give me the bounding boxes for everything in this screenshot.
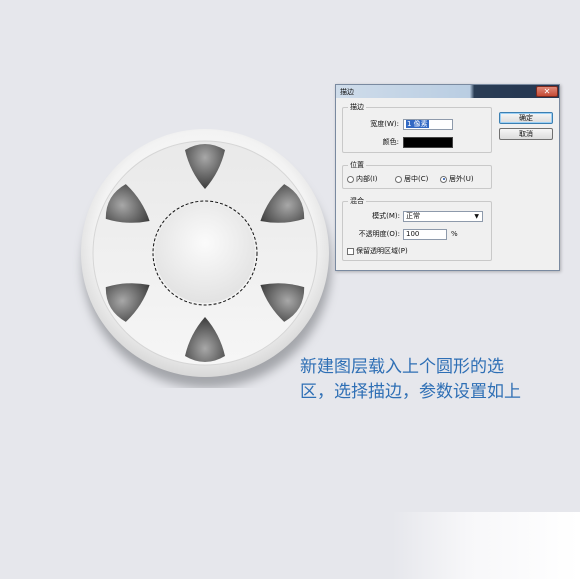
radio-inside[interactable]: 内部(I): [347, 174, 378, 184]
close-button[interactable]: ✕: [536, 86, 558, 97]
stroke-group: 描边 宽度(W): 1 像素 颜色:: [342, 103, 492, 153]
radio-center-label: 居中(C): [404, 175, 429, 183]
opacity-label: 不透明度(O):: [358, 230, 400, 238]
dialog-title: 描边: [340, 87, 354, 96]
position-group: 位置 内部(I) 居中(C) 居外(U): [342, 161, 492, 189]
preserve-label: 保留透明区域(P): [356, 247, 408, 255]
dialog-titlebar[interactable]: 描边 ✕: [336, 85, 559, 98]
color-label: 颜色:: [382, 138, 399, 146]
width-input[interactable]: 1 像素: [403, 119, 453, 130]
radio-center[interactable]: 居中(C): [395, 174, 428, 184]
stroke-dialog: 描边 ✕ 描边 宽度(W): 1 像素 颜色: 位置 内部(I) 居中(C) 居…: [335, 84, 560, 271]
preserve-transparency-checkbox[interactable]: 保留透明区域(P): [347, 246, 408, 256]
wheel-cap-illustration: [81, 129, 331, 388]
background-fade: [392, 512, 580, 579]
caption-line-1: 新建图层载入上个圆形的选: [300, 357, 504, 377]
preserve-checkbox-box[interactable]: [347, 247, 354, 255]
mode-value: 正常: [406, 212, 420, 220]
width-label: 宽度(W):: [370, 120, 399, 128]
dropdown-arrow-icon: ▼: [474, 213, 479, 220]
position-group-label: 位置: [348, 161, 366, 170]
width-value: 1 像素: [406, 120, 429, 128]
mode-select[interactable]: 正常 ▼: [403, 211, 483, 222]
radio-center-dot[interactable]: [395, 175, 402, 183]
radio-inside-dot[interactable]: [347, 175, 354, 183]
stroke-group-label: 描边: [348, 103, 366, 112]
cancel-button[interactable]: 取消: [499, 128, 553, 140]
instruction-caption: 新建图层载入上个圆形的选 区，选择描边，参数设置如上: [300, 355, 575, 405]
opacity-input[interactable]: 100: [403, 229, 447, 240]
blend-group-label: 混合: [348, 197, 366, 206]
opacity-value: 100: [406, 230, 420, 238]
opacity-unit: %: [451, 230, 458, 238]
caption-line-2: 区，选择描边，参数设置如上: [300, 382, 521, 402]
radio-inside-label: 内部(I): [356, 175, 378, 183]
ok-button[interactable]: 确定: [499, 112, 553, 124]
radio-outside-label: 居外(U): [449, 175, 474, 183]
color-swatch[interactable]: [403, 137, 453, 148]
blend-group: 混合 模式(M): 正常 ▼ 不透明度(O): 100 % 保留透明区域(P): [342, 197, 492, 261]
wheel-hub: [155, 203, 255, 303]
radio-outside-dot[interactable]: [440, 175, 447, 183]
mode-label: 模式(M):: [372, 212, 400, 220]
radio-outside[interactable]: 居外(U): [440, 174, 474, 184]
